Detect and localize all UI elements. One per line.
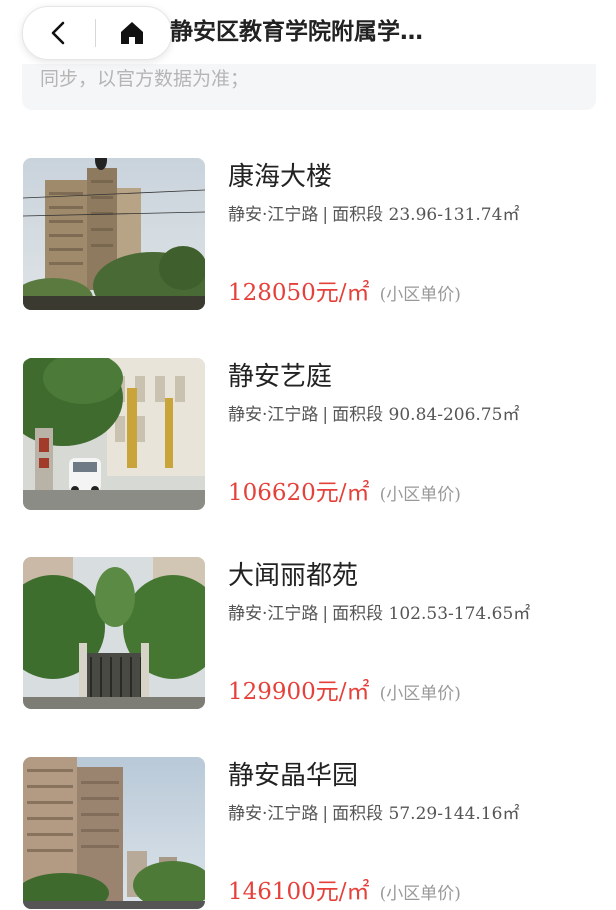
meta-separator: | [322, 405, 329, 425]
page-title: 静安区教育学院附属学… [170, 19, 423, 45]
price-note: (小区单价) [379, 684, 461, 704]
community-meta: 静安·江宁路 | 面积段 102.53-174.65㎡ [228, 601, 530, 627]
district-label: 静安·江宁路 [228, 604, 319, 624]
price-row: 146100元/㎡ (小区单价) [228, 877, 461, 907]
community-meta: 静安·江宁路 | 面积段 57.29-144.16㎡ [228, 801, 519, 827]
unit-price: 129900元/㎡ [228, 679, 370, 705]
home-button[interactable] [96, 7, 168, 59]
area-label: 面积段 [332, 604, 384, 624]
unit-price: 146100元/㎡ [228, 879, 370, 905]
community-photo [23, 557, 205, 709]
area-range: 102.53-174.65㎡ [388, 604, 531, 624]
price-note: (小区单价) [379, 485, 461, 505]
list-item[interactable]: 静安艺庭 静安·江宁路 | 面积段 90.84-206.75㎡ 106620元/㎡ … [0, 358, 616, 510]
community-photo [23, 358, 205, 510]
area-label: 面积段 [332, 804, 384, 824]
community-photo [23, 757, 205, 909]
price-note: (小区单价) [379, 884, 461, 904]
back-button[interactable] [23, 7, 95, 59]
community-name: 大闻丽都苑 [228, 561, 359, 591]
unit-price: 106620元/㎡ [228, 480, 370, 506]
price-note: (小区单价) [379, 285, 461, 305]
community-name: 静安艺庭 [228, 362, 333, 392]
community-name: 康海大楼 [228, 162, 333, 192]
district-label: 静安·江宁路 [228, 205, 319, 225]
list-item[interactable]: 大闻丽都苑 静安·江宁路 | 面积段 102.53-174.65㎡ 129900元/… [0, 557, 616, 709]
price-row: 129900元/㎡ (小区单价) [228, 677, 461, 707]
community-photo [23, 158, 205, 310]
area-range: 90.84-206.75㎡ [388, 405, 520, 425]
meta-separator: | [322, 804, 329, 824]
community-name: 静安晶华园 [228, 761, 359, 791]
notice-text: 同步，以官方数据为准； [40, 68, 250, 90]
area-range: 57.29-144.16㎡ [388, 804, 520, 824]
district-label: 静安·江宁路 [228, 804, 319, 824]
meta-separator: | [322, 604, 329, 624]
district-label: 静安·江宁路 [228, 405, 319, 425]
community-meta: 静安·江宁路 | 面积段 90.84-206.75㎡ [228, 402, 519, 428]
price-row: 128050元/㎡ (小区单价) [228, 278, 461, 308]
top-nav-bar: 静安区教育学院附属学… [0, 0, 616, 64]
home-icon [121, 22, 143, 44]
price-row: 106620元/㎡ (小区单价) [228, 478, 461, 508]
community-meta: 静安·江宁路 | 面积段 23.96-131.74㎡ [228, 202, 519, 228]
area-range: 23.96-131.74㎡ [388, 205, 520, 225]
area-label: 面积段 [332, 405, 384, 425]
meta-separator: | [322, 205, 329, 225]
nav-capsule [22, 6, 172, 60]
area-label: 面积段 [332, 205, 384, 225]
chevron-left-icon [51, 21, 65, 45]
list-item[interactable]: 静安晶华园 静安·江宁路 | 面积段 57.29-144.16㎡ 146100元/㎡… [0, 757, 616, 909]
unit-price: 128050元/㎡ [228, 280, 370, 306]
list-item[interactable]: 康海大楼 静安·江宁路 | 面积段 23.96-131.74㎡ 128050元/㎡ … [0, 158, 616, 310]
